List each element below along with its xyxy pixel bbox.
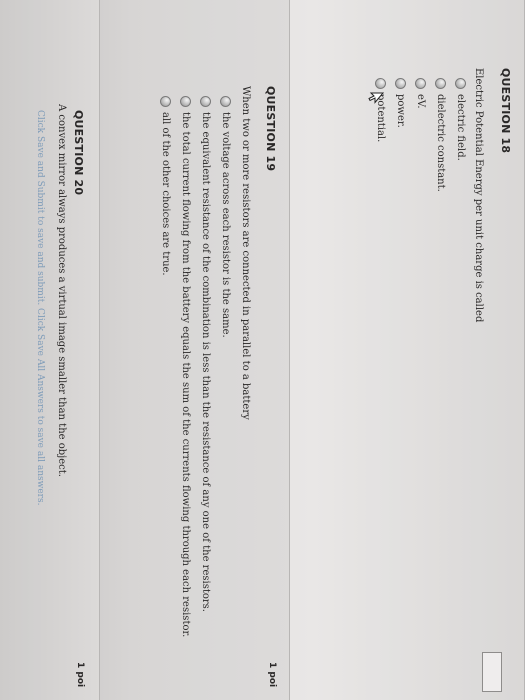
quiz-page: QUESTION 18 Electric Potential Energy pe… — [0, 0, 525, 700]
radio-button[interactable] — [200, 96, 212, 107]
radio-button[interactable] — [455, 78, 467, 89]
radio-button[interactable] — [160, 96, 172, 107]
option-label: eV. — [415, 94, 427, 109]
option-label: the voltage across each resistor is the … — [220, 112, 232, 338]
mouse-pointer-icon — [368, 92, 384, 104]
points-box — [482, 652, 502, 692]
question-18: QUESTION 18 Electric Potential Energy pe… — [289, 0, 525, 700]
option-potential[interactable]: potential. — [374, 78, 388, 142]
radio-button[interactable] — [415, 78, 427, 89]
radio-button[interactable] — [220, 96, 232, 107]
question-text: A convex mirror always produces a virtua… — [56, 104, 67, 477]
option-all-true[interactable]: all of the other choices are true. — [159, 96, 173, 276]
option-label: the total current flowing from the batte… — [180, 112, 192, 638]
points-label: 1 poi — [75, 662, 85, 688]
option-label: the equivalent resistance of the combina… — [200, 112, 212, 612]
question-20: QUESTION 20 1 poi A convex mirror always… — [0, 0, 100, 700]
option-electric-field[interactable]: electric field. — [454, 78, 468, 161]
radio-button[interactable] — [375, 78, 387, 89]
question-text: Electric Potential Energy per unit charg… — [473, 68, 484, 323]
option-voltage-same[interactable]: the voltage across each resistor is the … — [219, 96, 233, 338]
option-label: dielectric constant. — [435, 94, 447, 192]
option-label: all of the other choices are true. — [160, 112, 172, 276]
question-19: QUESTION 19 1 poi When two or more resis… — [99, 0, 290, 700]
option-power[interactable]: power. — [394, 78, 408, 128]
footer-instructions: Click Save and Submit to save and submit… — [35, 110, 45, 506]
question-text: When two or more resistors are connected… — [240, 86, 251, 420]
radio-button[interactable] — [435, 78, 447, 89]
points-label: 1 poi — [267, 662, 277, 688]
question-title: QUESTION 19 — [264, 86, 277, 172]
question-title: QUESTION 20 — [72, 110, 85, 196]
option-total-current[interactable]: the total current flowing from the batte… — [179, 96, 193, 637]
screen-photo: QUESTION 18 Electric Potential Energy pe… — [0, 0, 525, 700]
radio-button[interactable] — [180, 96, 192, 107]
option-label: electric field. — [455, 94, 467, 161]
option-ev[interactable]: eV. — [414, 78, 428, 109]
option-equivalent-resistance[interactable]: the equivalent resistance of the combina… — [199, 96, 213, 612]
question-title: QUESTION 18 — [499, 68, 512, 154]
radio-button[interactable] — [395, 78, 407, 89]
option-label: power. — [395, 94, 407, 128]
option-dielectric-constant[interactable]: dielectric constant. — [434, 78, 448, 192]
